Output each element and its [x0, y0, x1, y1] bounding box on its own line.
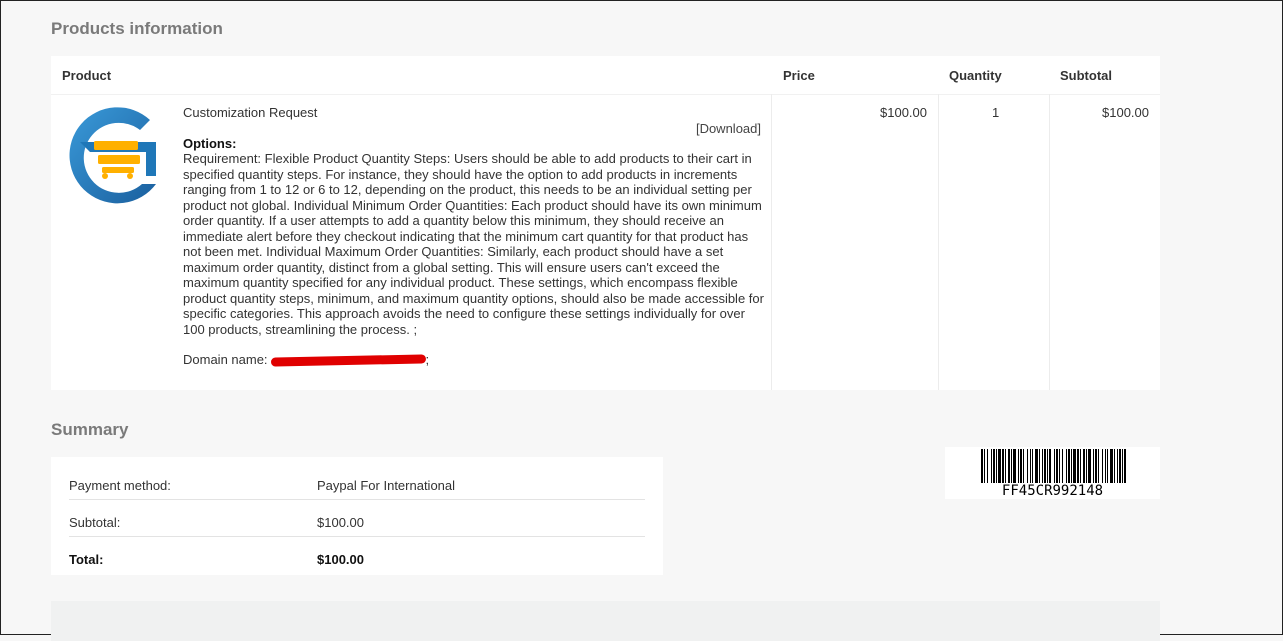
header-product: Product [62, 68, 112, 83]
summary-value: $100.00 [317, 515, 364, 530]
summary-row-total: Total: $100.00 [69, 536, 645, 573]
domain-name-label: Domain name: [183, 352, 268, 367]
redacted-domain [270, 354, 426, 367]
summary-label: Total: [69, 552, 104, 567]
summary-row-subtotal: Subtotal: $100.00 [69, 499, 645, 537]
options-label: Options: [183, 136, 237, 151]
item-quantity: 1 [992, 105, 1000, 120]
summary-row-payment: Payment method: Paypal For International [69, 462, 645, 500]
summary-section-title: Summary [51, 420, 129, 439]
products-section-title: Products information [51, 19, 223, 38]
column-divider [771, 94, 772, 390]
summary-value: $100.00 [317, 552, 364, 567]
cart-logo-icon [69, 107, 156, 204]
header-price: Price [783, 68, 815, 83]
barcode-text: FF45CR992148 [1001, 483, 1104, 499]
barcode: FF45CR992148 [945, 447, 1160, 499]
product-name: Customization Request [183, 105, 318, 120]
summary-label: Subtotal: [69, 515, 121, 530]
header-quantity: Quantity [949, 68, 1002, 83]
products-table: Product Price Quantity Subtotal Customiz… [51, 56, 1160, 390]
column-divider [938, 94, 939, 390]
item-subtotal: $100.00 [1102, 105, 1149, 120]
summary-table: Payment method: Paypal For International… [51, 457, 663, 575]
barcode-bars [981, 449, 1126, 483]
header-divider [51, 94, 1160, 95]
summary-value: Paypal For International [317, 478, 456, 493]
bottom-panel [51, 601, 1160, 641]
options-text: Requirement: Flexible Product Quantity S… [183, 151, 764, 337]
download-link[interactable]: [Download] [696, 121, 761, 136]
header-subtotal: Subtotal [1060, 68, 1112, 83]
domain-name-line: Domain name:; [183, 352, 429, 367]
item-price: $100.00 [880, 105, 927, 120]
column-divider [1049, 94, 1050, 390]
summary-label: Payment method: [69, 478, 171, 493]
domain-name-suffix: ; [425, 352, 430, 367]
